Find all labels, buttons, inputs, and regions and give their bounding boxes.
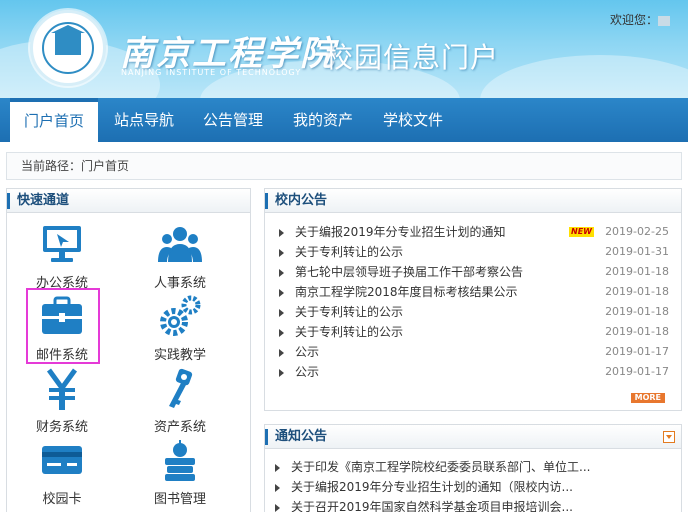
username-redacted (658, 15, 671, 26)
notice-date: 2019-01-31 (605, 245, 669, 258)
nav-item-site-navigation[interactable]: 站点导航 (104, 98, 184, 142)
people-icon (157, 222, 203, 268)
nav-item-home[interactable]: 门户首页 (10, 98, 98, 142)
notice-title[interactable]: 关于专利转让的公示 (295, 242, 403, 262)
quick-item-hr-system[interactable]: 人事系统 (140, 222, 220, 291)
notice-title[interactable]: 关于专利转让的公示 (295, 322, 403, 342)
yen-icon (39, 366, 85, 412)
notice-row[interactable]: 公示 2019-01-17 (279, 342, 669, 362)
notice-title[interactable]: 公示 (295, 342, 319, 362)
bullet-arrow-icon (275, 464, 280, 472)
key-icon (157, 366, 203, 412)
notification-title[interactable]: 关于召开2019年国家自然科学基金项目申报培训会... (291, 497, 573, 512)
notice-title[interactable]: 关于专利转让的公示 (295, 302, 403, 322)
more-button[interactable]: MORE (630, 393, 665, 403)
welcome-text: 欢迎您： (610, 11, 671, 28)
notification-row[interactable]: 关于召开2019年国家自然科学基金项目申报培训会... (275, 497, 665, 512)
nav-item-announcement-management[interactable]: 公告管理 (193, 98, 273, 142)
campus-notices-panel: 校内公告 关于编报2019年分专业招生计划的通知 NEW 2019-02-25 … (264, 188, 682, 411)
bullet-arrow-icon (279, 249, 284, 257)
notice-title[interactable]: 第七轮中层领导班子换届工作干部考察公告 (295, 262, 523, 282)
notice-row[interactable]: 关于专利转让的公示 2019-01-18 (279, 302, 669, 322)
new-badge: NEW (569, 227, 594, 237)
quick-item-office-system[interactable]: 办公系统 (22, 222, 102, 291)
selected-highlight (26, 288, 100, 364)
breadcrumb-current[interactable]: 门户首页 (81, 159, 129, 173)
bullet-arrow-icon (279, 349, 284, 357)
notice-row[interactable]: 公示 2019-01-17 (279, 362, 669, 382)
breadcrumb: 当前路径：门户首页 (6, 152, 682, 180)
nav-item-school-documents[interactable]: 学校文件 (373, 98, 453, 142)
quick-item-finance-system[interactable]: 财务系统 (22, 366, 102, 435)
notification-title[interactable]: 关于编报2019年分专业招生计划的通知（限校内访... (291, 477, 573, 497)
quick-item-campus-card[interactable]: 校园卡 (22, 438, 102, 507)
notifications-panel: 通知公告 关于印发《南京工程学院校纪委委员联系部门、单位工... 关于编报201… (264, 424, 682, 512)
quick-item-practice-teaching[interactable]: 实践教学 (140, 294, 220, 363)
notice-row[interactable]: 关于专利转让的公示 2019-01-18 (279, 322, 669, 342)
notice-title[interactable]: 关于编报2019年分专业招生计划的通知 (295, 222, 506, 242)
bullet-arrow-icon (279, 309, 284, 317)
notice-title[interactable]: 公示 (295, 362, 319, 382)
notice-row[interactable]: 关于编报2019年分专业招生计划的通知 NEW 2019-02-25 (279, 222, 669, 242)
bullet-arrow-icon (279, 289, 284, 297)
quick-item-asset-system[interactable]: 资产系统 (140, 366, 220, 435)
bullet-arrow-icon (279, 229, 284, 237)
nav-item-my-assets[interactable]: 我的资产 (283, 98, 363, 142)
notifications-header: 通知公告 (265, 425, 681, 449)
quick-access-header: 快速通道 (7, 189, 250, 213)
header-banner: 南京工程学院 NANJING INSTITUTE OF TECHNOLOGY 校… (0, 0, 688, 98)
portal-title: 校园信息门户 (325, 41, 500, 74)
quick-item-label: 资产系统 (153, 420, 206, 435)
quick-item-label: 人事系统 (153, 276, 206, 291)
campus-notices-title: 校内公告 (275, 193, 328, 208)
card-icon (39, 438, 85, 484)
dropdown-toggle-icon[interactable] (663, 431, 675, 443)
notice-date: 2019-01-18 (605, 265, 669, 278)
welcome-label: 欢迎您： (610, 13, 659, 27)
quick-item-label: 实践教学 (153, 348, 206, 363)
notice-title[interactable]: 南京工程学院2018年度目标考核结果公示 (295, 282, 518, 302)
school-logo (30, 10, 106, 86)
notice-date: 2019-01-18 (605, 325, 669, 338)
campus-notices-header: 校内公告 (265, 189, 681, 213)
main-nav: 门户首页 站点导航 公告管理 我的资产 学校文件 (0, 98, 688, 142)
notice-row[interactable]: 关于专利转让的公示 2019-01-31 (279, 242, 669, 262)
bullet-arrow-icon (279, 329, 284, 337)
notice-date: 2019-01-17 (605, 345, 669, 358)
notifications-title: 通知公告 (275, 429, 328, 444)
quick-item-label: 财务系统 (35, 420, 88, 435)
gears-icon (157, 294, 203, 340)
bullet-arrow-icon (279, 269, 284, 277)
notice-row[interactable]: 第七轮中层领导班子换届工作干部考察公告 2019-01-18 (279, 262, 669, 282)
notice-date: 2019-01-18 (605, 305, 669, 318)
bullet-arrow-icon (279, 369, 284, 377)
notification-row[interactable]: 关于编报2019年分专业招生计划的通知（限校内访... (275, 477, 665, 497)
notice-date: 2019-01-18 (605, 285, 669, 298)
quick-access-title: 快速通道 (17, 193, 70, 208)
bullet-arrow-icon (275, 504, 280, 512)
books-icon (157, 438, 203, 484)
notification-row[interactable]: 关于印发《南京工程学院校纪委委员联系部门、单位工... (275, 457, 665, 477)
notice-date: 2019-02-25 (605, 225, 669, 238)
quick-item-label: 图书管理 (153, 492, 206, 507)
notice-row[interactable]: 南京工程学院2018年度目标考核结果公示 2019-01-18 (279, 282, 669, 302)
notice-date: 2019-01-17 (605, 365, 669, 378)
school-name-en: NANJING INSTITUTE OF TECHNOLOGY (121, 68, 302, 77)
quick-item-label: 校园卡 (42, 492, 82, 507)
bullet-arrow-icon (275, 484, 280, 492)
cloud-decoration (480, 55, 688, 98)
quick-item-library-management[interactable]: 图书管理 (140, 438, 220, 507)
monitor-icon (39, 222, 85, 268)
notification-title[interactable]: 关于印发《南京工程学院校纪委委员联系部门、单位工... (291, 457, 590, 477)
breadcrumb-label: 当前路径： (21, 159, 82, 173)
